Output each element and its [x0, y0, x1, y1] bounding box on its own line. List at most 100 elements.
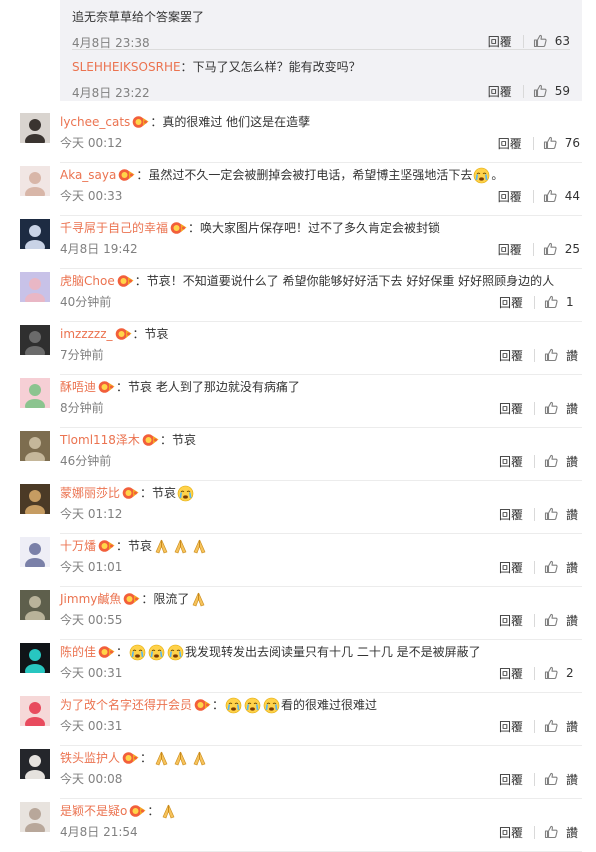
comment-username[interactable]: 十万燔: [60, 537, 96, 555]
thumbs-up-icon[interactable]: [543, 136, 557, 150]
thumbs-up-icon[interactable]: [543, 242, 557, 256]
avatar[interactable]: [20, 643, 50, 673]
thumbs-up-icon[interactable]: [544, 560, 558, 574]
avatar[interactable]: [20, 802, 50, 832]
comment-item: 铁头监护人 ： 今天 00:08 回覆 讚: [0, 746, 596, 799]
comment-time: 4月8日 21:54: [60, 825, 138, 839]
vip-badge-icon[interactable]: [115, 327, 132, 341]
comment-item: 虎脑Choe ： 节哀！不知道要说什么了 希望你能够好好活下去 好好保重 好好照…: [0, 269, 596, 322]
vip-badge-icon[interactable]: [122, 751, 139, 765]
reply-button[interactable]: 回覆: [488, 33, 512, 50]
comment-username[interactable]: 蒙娜丽莎比: [60, 484, 120, 502]
divider: [72, 49, 570, 50]
avatar[interactable]: [20, 590, 50, 620]
avatar[interactable]: [20, 219, 50, 249]
crying-face-emoji: [148, 644, 165, 661]
vip-badge-icon[interactable]: [117, 274, 134, 288]
thumbs-up-icon[interactable]: [544, 666, 558, 680]
comment-actions: 回覆 讚: [499, 771, 580, 788]
comment-username[interactable]: lychee_cats: [60, 113, 130, 131]
vip-badge-icon[interactable]: [122, 486, 139, 500]
thumbs-up-icon[interactable]: [533, 34, 547, 48]
reply-button[interactable]: 回覆: [498, 188, 522, 205]
avatar[interactable]: [20, 749, 50, 779]
avatar[interactable]: [20, 484, 50, 514]
reply-button[interactable]: 回覆: [488, 83, 512, 100]
praying-hands-emoji: [155, 751, 168, 766]
thumbs-up-icon[interactable]: [544, 295, 558, 309]
thumbs-up-icon[interactable]: [544, 401, 558, 415]
comment-username[interactable]: 陈的佳: [60, 643, 96, 661]
like-count: 讚: [566, 348, 579, 363]
vip-badge-icon[interactable]: [118, 168, 135, 182]
vip-badge-icon[interactable]: [129, 804, 146, 818]
vip-badge-icon[interactable]: [170, 221, 187, 235]
thumbs-up-icon[interactable]: [544, 348, 558, 362]
praying-hands-emoji: [192, 592, 205, 607]
comment-text: 限流了: [153, 592, 190, 606]
comment-username[interactable]: 酥唔迪: [60, 378, 96, 396]
reply-button[interactable]: 回覆: [499, 400, 523, 417]
nested-reply-username[interactable]: SLEHHEIKSOSRHE: [72, 60, 181, 74]
comment-username[interactable]: Jimmy鹹魚: [60, 590, 121, 608]
comment-username[interactable]: 虎脑Choe: [60, 272, 115, 290]
comment-text: 唤大家图片保存吧！过不了多久肯定会被封锁: [200, 221, 441, 235]
comment-text: 节哀: [171, 433, 196, 447]
comment-text: 节哀 老人到了那边就没有病痛了: [128, 380, 300, 394]
reply-button[interactable]: 回覆: [498, 241, 522, 258]
vip-badge-icon[interactable]: [98, 645, 115, 659]
avatar[interactable]: [20, 166, 50, 196]
like-count: 59: [554, 84, 570, 98]
avatar[interactable]: [20, 537, 50, 567]
crying-face-emoji: [129, 644, 146, 661]
avatar[interactable]: [20, 431, 50, 461]
reply-button[interactable]: 回覆: [498, 135, 522, 152]
separator: ：: [116, 380, 129, 394]
crying-face-emoji: [474, 167, 490, 184]
avatar[interactable]: [20, 325, 50, 355]
thumbs-up-icon[interactable]: [544, 772, 558, 786]
vip-badge-icon[interactable]: [123, 592, 140, 606]
vip-badge-icon[interactable]: [142, 433, 159, 447]
vip-badge-icon[interactable]: [132, 115, 149, 129]
reply-button[interactable]: 回覆: [499, 612, 523, 629]
thumbs-up-icon[interactable]: [544, 825, 558, 839]
reply-button[interactable]: 回覆: [499, 771, 523, 788]
thumbs-up-icon[interactable]: [544, 613, 558, 627]
reply-button[interactable]: 回覆: [499, 347, 523, 364]
reply-button[interactable]: 回覆: [499, 506, 523, 523]
reply-button[interactable]: 回覆: [499, 665, 523, 682]
separator: ：: [140, 751, 153, 765]
avatar[interactable]: [20, 272, 50, 302]
comment-username[interactable]: Aka_saya: [60, 166, 116, 184]
thumbs-up-icon[interactable]: [533, 84, 547, 98]
thumbs-up-icon[interactable]: [544, 507, 558, 521]
comment-body: Jimmy鹹魚 ： 限流了: [60, 590, 208, 608]
reply-button[interactable]: 回覆: [499, 824, 523, 841]
comment-username[interactable]: 千寻屌于自己的幸福: [60, 219, 168, 237]
comment-time: 40分钟前: [60, 295, 112, 309]
thumbs-up-icon[interactable]: [544, 719, 558, 733]
comment-username[interactable]: 铁头监护人: [60, 749, 120, 767]
avatar[interactable]: [20, 378, 50, 408]
like-count: 讚: [566, 454, 579, 469]
reply-button[interactable]: 回覆: [499, 559, 523, 576]
avatar[interactable]: [20, 696, 50, 726]
comment-item: Tloml118泽木 ： 节哀 46分钟前 回覆 讚: [0, 428, 596, 481]
emoji-group: [128, 643, 185, 661]
comment-username[interactable]: 为了改个名字还得开会员: [60, 696, 192, 714]
comment-time: 今天 01:12: [60, 507, 123, 521]
vip-badge-icon[interactable]: [98, 539, 115, 553]
avatar[interactable]: [20, 113, 50, 143]
reply-button[interactable]: 回覆: [499, 453, 523, 470]
vip-badge-icon[interactable]: [194, 698, 211, 712]
thumbs-up-icon[interactable]: [544, 454, 558, 468]
comment-username[interactable]: imzzzzz_: [60, 325, 113, 343]
comment-username[interactable]: 是颖不是疑o: [60, 802, 127, 820]
comment-username[interactable]: Tloml118泽木: [60, 431, 140, 449]
reply-button[interactable]: 回覆: [499, 718, 523, 735]
reply-button[interactable]: 回覆: [499, 294, 523, 311]
vip-badge-icon[interactable]: [98, 380, 115, 394]
comment-actions: 回覆 讚: [499, 824, 580, 841]
thumbs-up-icon[interactable]: [543, 189, 557, 203]
